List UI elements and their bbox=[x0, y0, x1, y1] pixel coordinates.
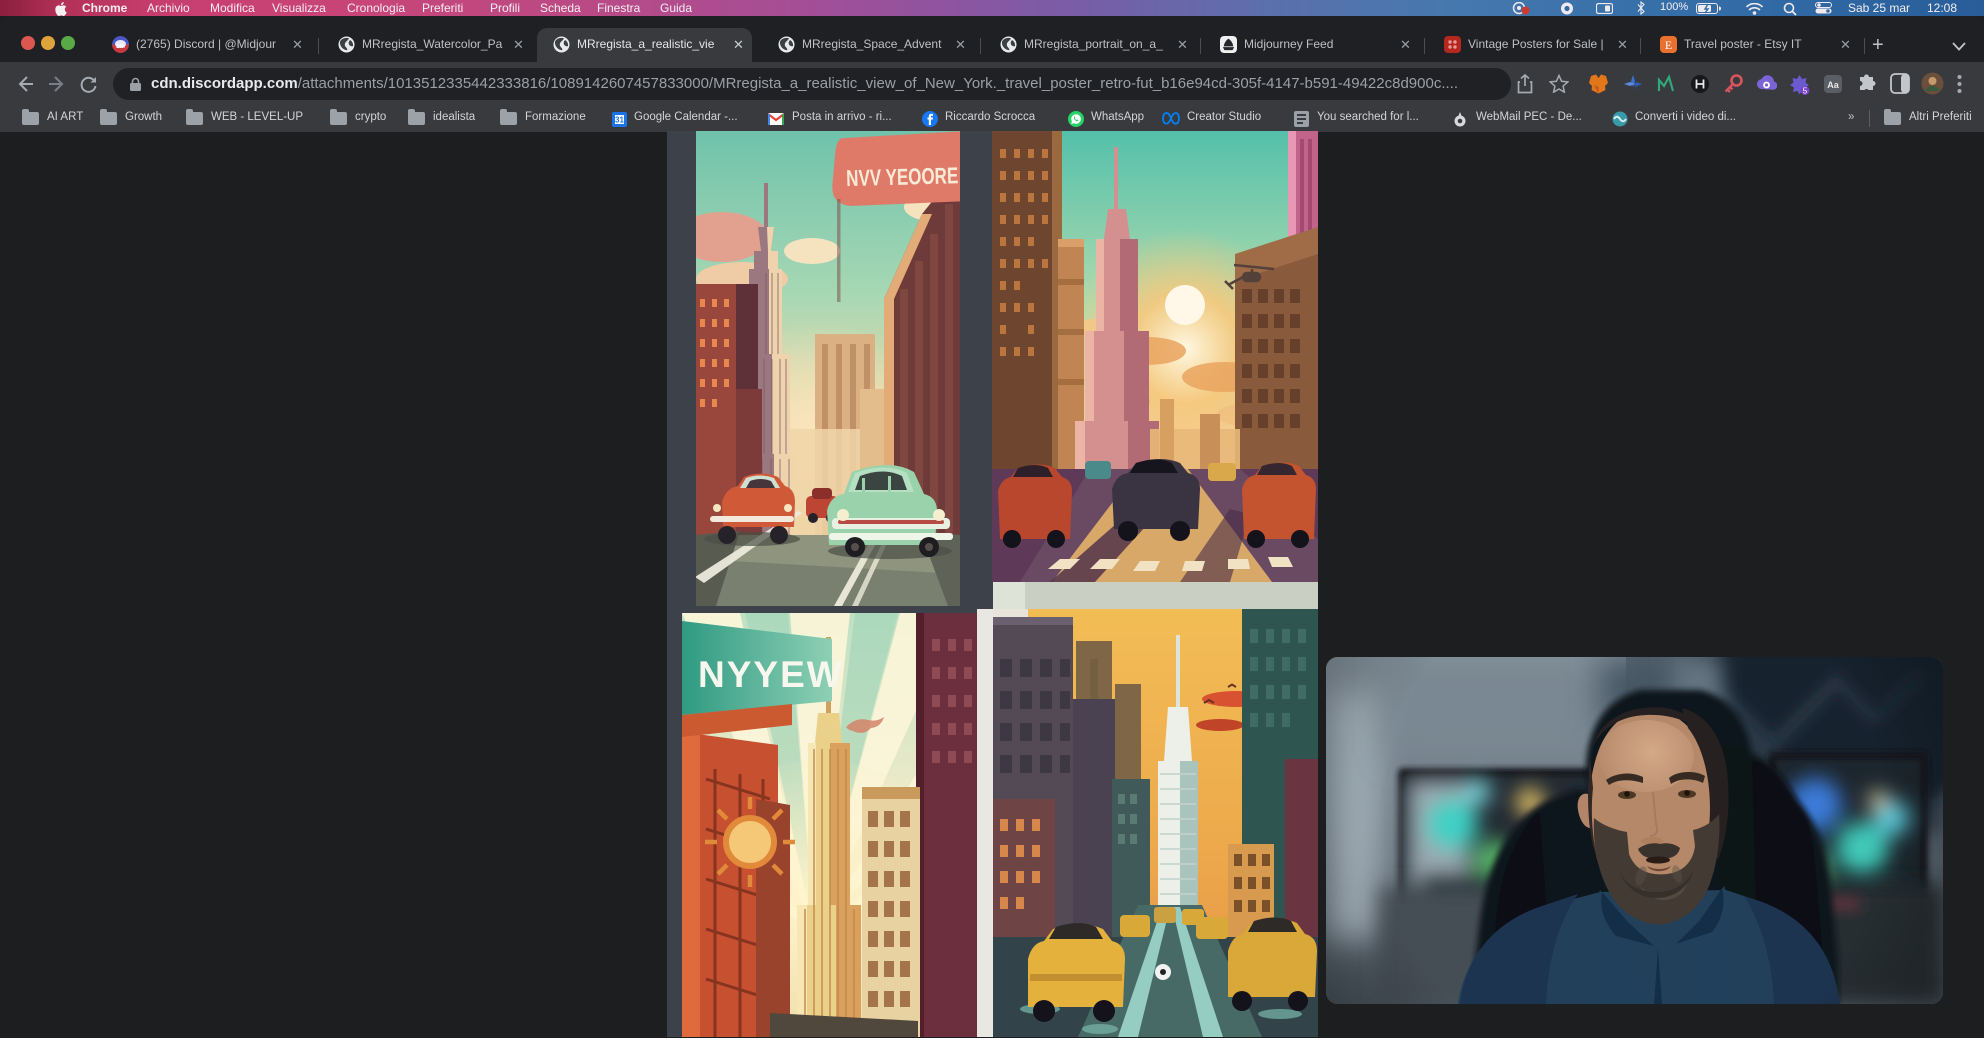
svg-text:31: 31 bbox=[615, 116, 624, 125]
svg-text:NVV YEOORE: NVV YEOORE bbox=[846, 162, 959, 191]
svg-text:E: E bbox=[1665, 38, 1672, 52]
svg-text:5: 5 bbox=[1803, 87, 1808, 96]
svg-text:24h: 24h bbox=[116, 44, 125, 50]
svg-text:Aa: Aa bbox=[1827, 80, 1839, 90]
svg-text:NYYEW: NYYEW bbox=[698, 654, 844, 695]
